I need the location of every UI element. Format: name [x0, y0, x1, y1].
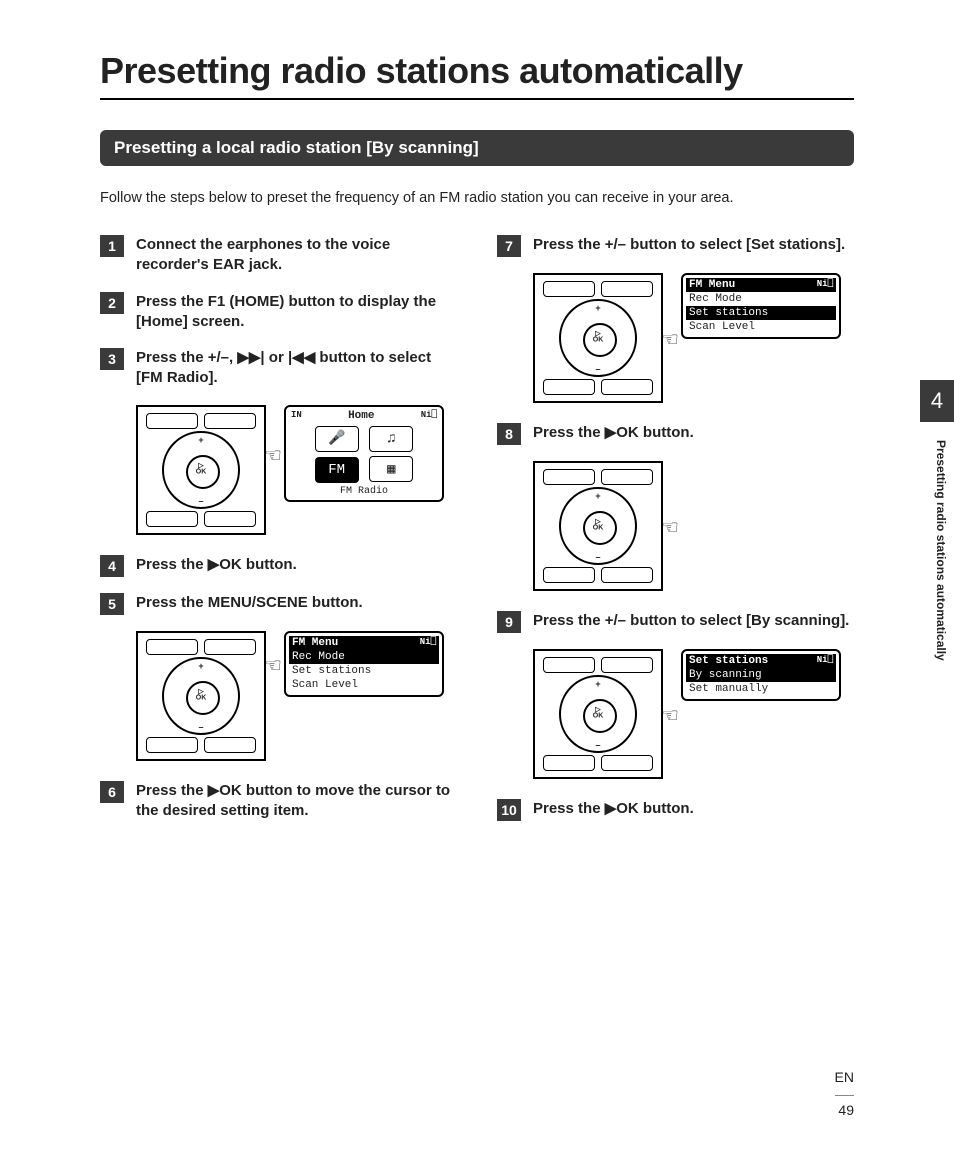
step-1: 1 Connect the earphones to the voice rec… [100, 235, 457, 276]
mic-icon: 🎤 [315, 426, 359, 452]
right-column: 7 Press the +/– button to select [Set st… [497, 235, 854, 837]
step-number: 5 [100, 593, 124, 615]
figure-step-7: + – ▷OK ☞ FM MenuNi⎕ Rec Mode Set statio… [533, 273, 854, 403]
device-controls-illustration: + – ▷OK ☞ [533, 461, 663, 591]
play-icon: ▶ [208, 782, 220, 799]
step-5: 5 Press the MENU/SCENE button. [100, 593, 457, 615]
device-controls-illustration: + – ▷OK ☞ [533, 273, 663, 403]
pointing-hand-icon: ☞ [264, 653, 282, 678]
step-number: 6 [100, 781, 124, 803]
pointing-hand-icon: ☞ [661, 327, 679, 352]
step-text: Press the +/–, ▶▶| or |◀◀ button to sele… [136, 348, 457, 389]
pointing-hand-icon: ☞ [661, 515, 679, 540]
step-number: 1 [100, 235, 124, 257]
device-controls-illustration: + – ▷OK ☞ [533, 649, 663, 779]
step-text: Press the ▶OK button. [533, 423, 694, 445]
chapter-tab: 4 [920, 380, 954, 422]
fm-icon: FM [315, 457, 359, 483]
lcd-fmmenu-recmode: FM MenuNi⎕ Rec Mode Set stations Scan Le… [284, 631, 444, 697]
figure-step-9: + – ▷OK ☞ Set stationsNi⎕ By scanning Se… [533, 649, 854, 779]
step-text: Connect the earphones to the voice recor… [136, 235, 457, 276]
fast-forward-icon: ▶▶| [237, 349, 264, 366]
calendar-icon: ▦ [369, 456, 413, 482]
step-7: 7 Press the +/– button to select [Set st… [497, 235, 854, 257]
step-number: 3 [100, 348, 124, 370]
intro-text: Follow the steps below to preset the fre… [100, 188, 854, 209]
step-text: Press the ▶OK button. [533, 799, 694, 821]
figure-step-3: + – ▷OK ☞ INHomeNi⎕ 🎤 ♫ FM ▦ FM Radio [136, 405, 457, 535]
device-controls-illustration: + – ▷OK ☞ [136, 631, 266, 761]
language-code: EN [835, 1069, 854, 1085]
step-text: Press the F1 (HOME) button to display th… [136, 292, 457, 333]
step-number: 2 [100, 292, 124, 314]
left-column: 1 Connect the earphones to the voice rec… [100, 235, 457, 837]
side-caption: Presetting radio stations automatically [934, 440, 948, 661]
step-number: 9 [497, 611, 521, 633]
figure-step-5: + – ▷OK ☞ FM MenuNi⎕ Rec Mode Set statio… [136, 631, 457, 761]
music-icon: ♫ [369, 426, 413, 452]
step-8: 8 Press the ▶OK button. [497, 423, 854, 445]
step-4: 4 Press the ▶OK button. [100, 555, 457, 577]
step-number: 10 [497, 799, 521, 821]
step-6: 6 Press the ▶OK button to move the curso… [100, 781, 457, 822]
step-3: 3 Press the +/–, ▶▶| or |◀◀ button to se… [100, 348, 457, 389]
page-title: Presetting radio stations automatically [100, 50, 854, 100]
step-number: 8 [497, 423, 521, 445]
page-number: 49 [835, 1095, 854, 1118]
figure-step-8: + – ▷OK ☞ [533, 461, 854, 591]
device-controls-illustration: + – ▷OK ☞ [136, 405, 266, 535]
step-number: 4 [100, 555, 124, 577]
step-9: 9 Press the +/– button to select [By sca… [497, 611, 854, 633]
play-icon: ▶ [605, 424, 617, 441]
section-heading: Presetting a local radio station [By sca… [100, 130, 854, 166]
step-number: 7 [497, 235, 521, 257]
content-columns: 1 Connect the earphones to the voice rec… [100, 235, 854, 837]
rewind-icon: |◀◀ [288, 349, 315, 366]
page-footer: EN 49 [835, 1069, 854, 1118]
play-icon: ▶ [605, 800, 617, 817]
pointing-hand-icon: ☞ [661, 703, 679, 728]
step-text: Press the MENU/SCENE button. [136, 593, 363, 615]
step-2: 2 Press the F1 (HOME) button to display … [100, 292, 457, 333]
step-text: Press the ▶OK button to move the cursor … [136, 781, 457, 822]
step-10: 10 Press the ▶OK button. [497, 799, 854, 821]
lcd-setstations: Set stationsNi⎕ By scanning Set manually [681, 649, 841, 701]
step-text: Press the +/– button to select [By scann… [533, 611, 849, 633]
step-text: Press the ▶OK button. [136, 555, 297, 577]
play-icon: ▶ [208, 556, 220, 573]
pointing-hand-icon: ☞ [264, 443, 282, 468]
step-text: Press the +/– button to select [Set stat… [533, 235, 845, 257]
lcd-home-screen: INHomeNi⎕ 🎤 ♫ FM ▦ FM Radio [284, 405, 444, 502]
lcd-fmmenu-setstations: FM MenuNi⎕ Rec Mode Set stations Scan Le… [681, 273, 841, 339]
